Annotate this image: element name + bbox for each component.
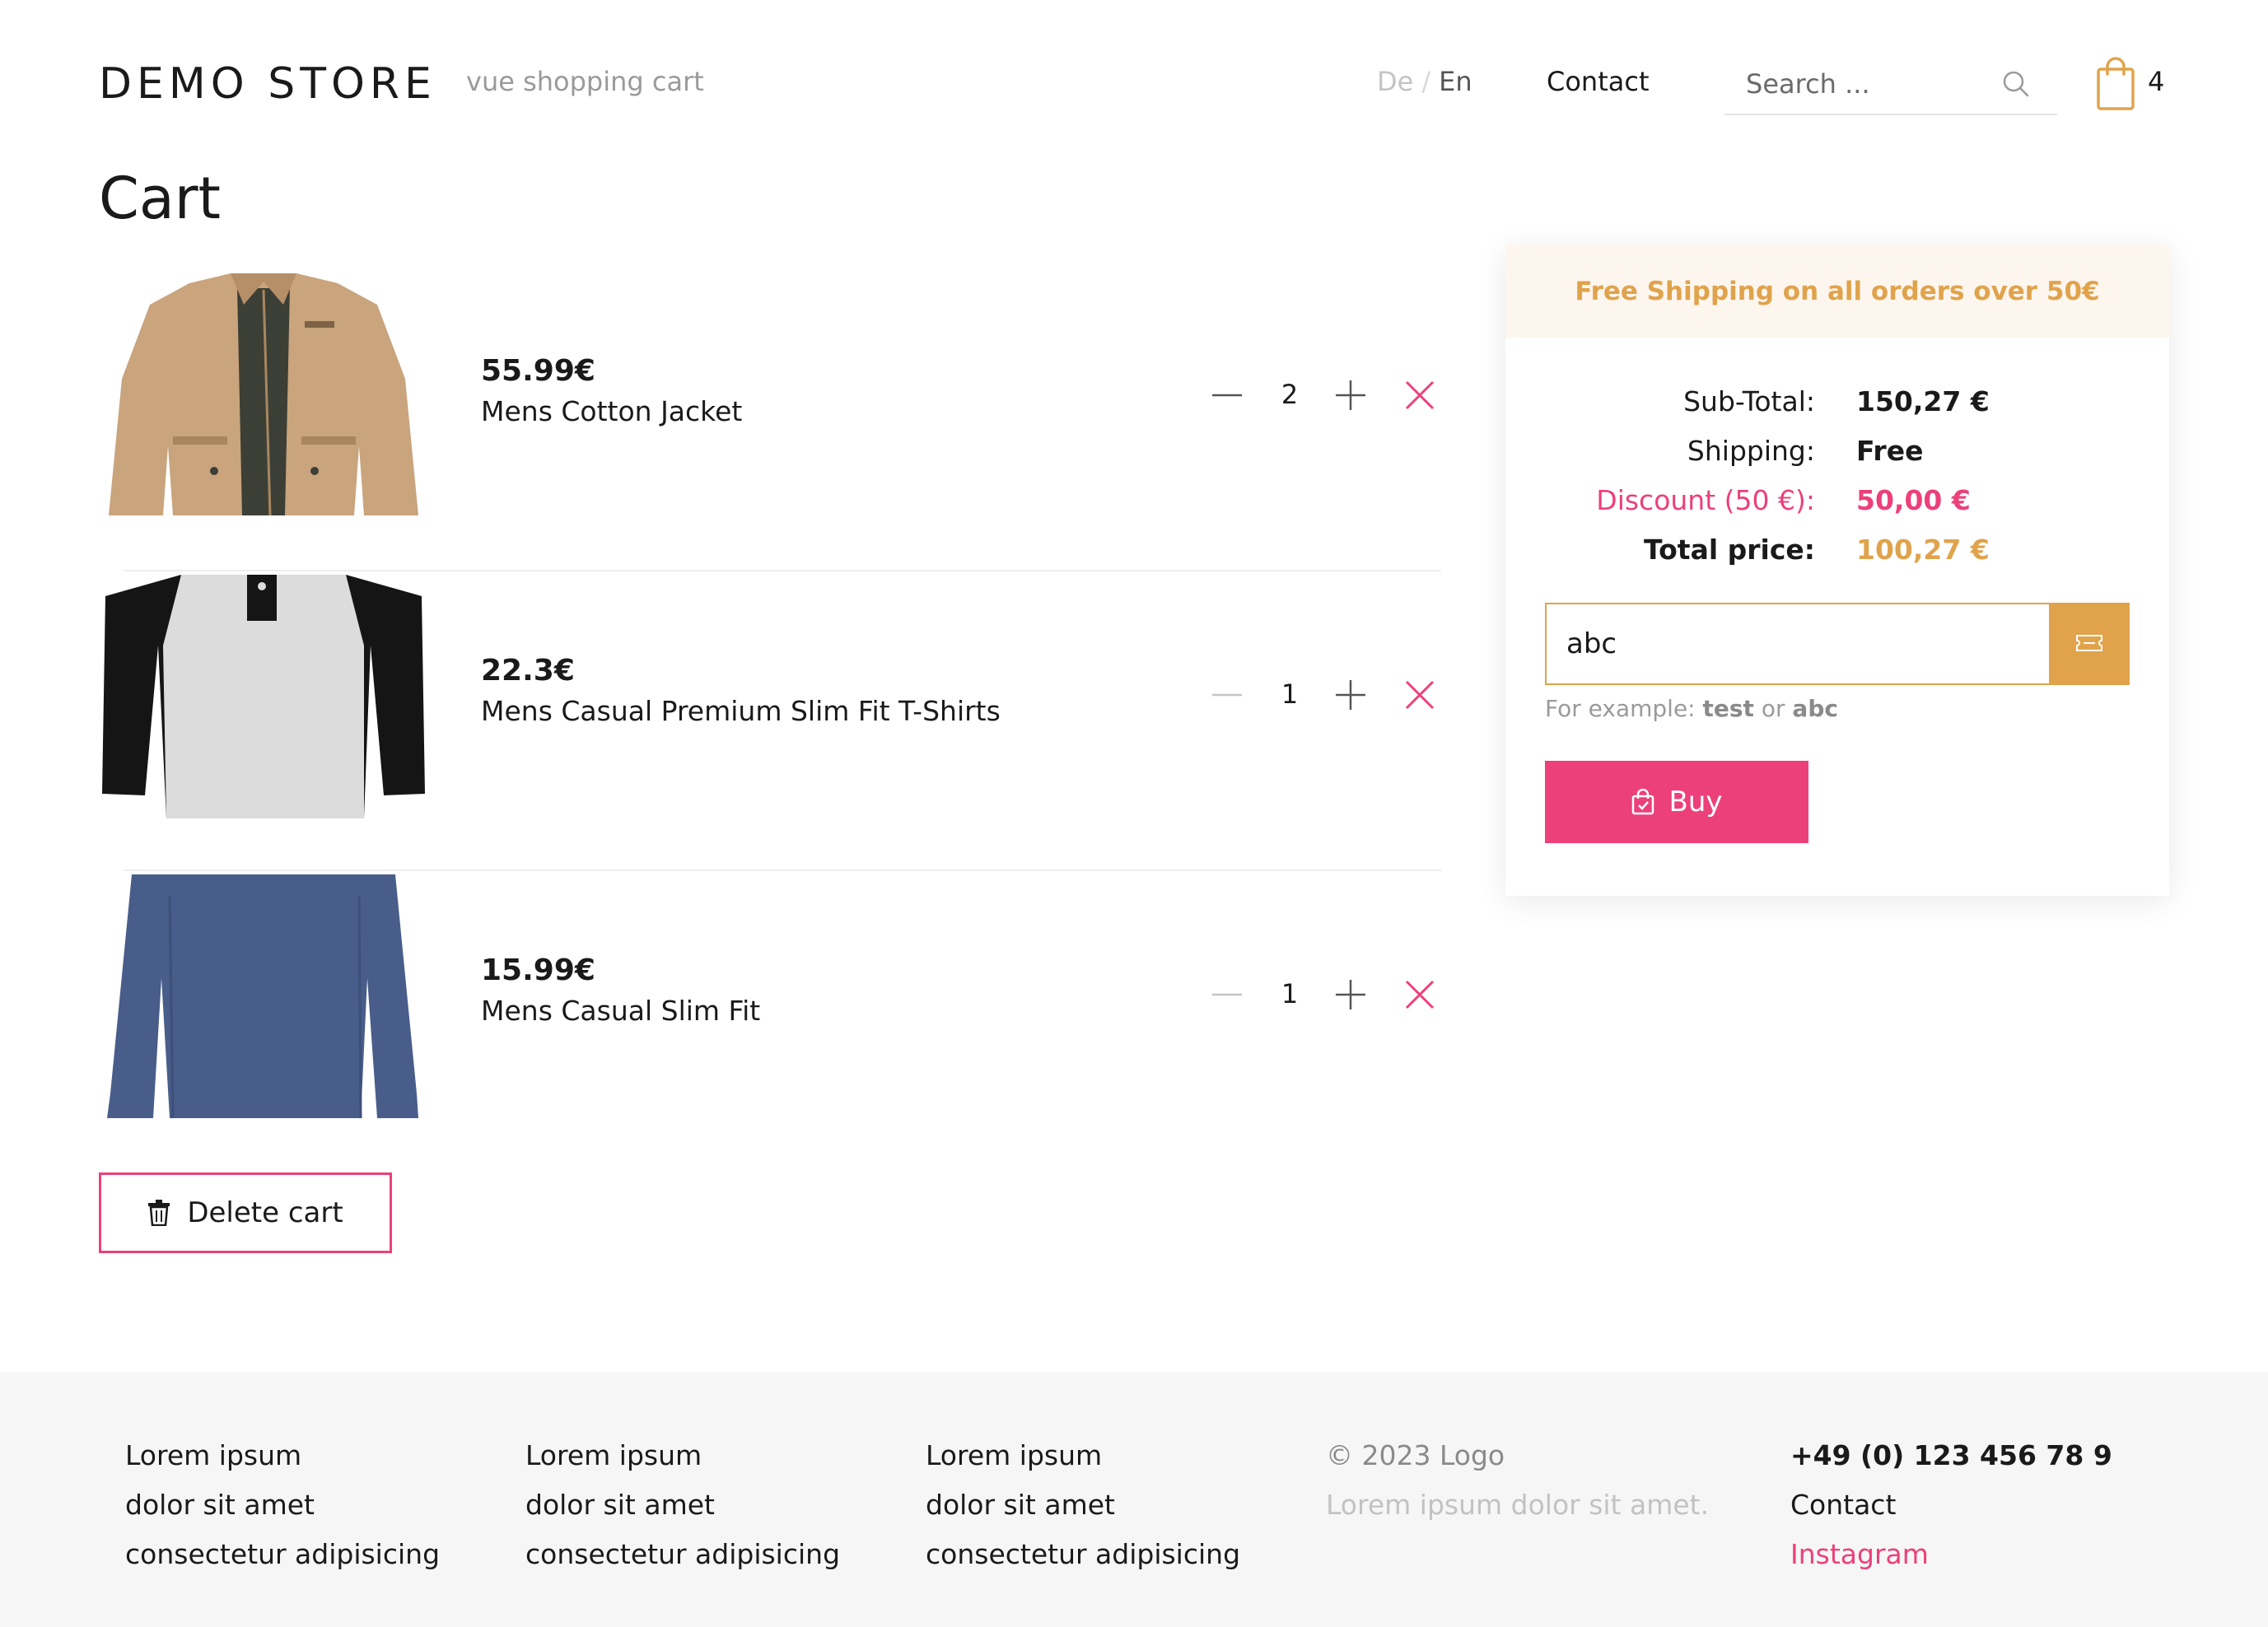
footer-phone[interactable]: +49 (0) 123 456 78 9: [1790, 1431, 2112, 1480]
plus-icon[interactable]: [1332, 677, 1369, 713]
cart-item: 15.99€ Mens Casual Slim Fit 1: [99, 871, 1441, 1171]
delete-cart-button[interactable]: Delete cart: [99, 1172, 392, 1253]
footer-text: Lorem ipsum: [125, 1439, 302, 1471]
footer-contact-link[interactable]: Contact: [1790, 1480, 2112, 1530]
subtotal-value: 150,27 €: [1856, 385, 1990, 417]
footer-text: Lorem ipsum: [525, 1439, 702, 1471]
footer-column-3: Lorem ipsum dolor sit amet consectetur a…: [926, 1431, 1240, 1579]
minus-icon[interactable]: [1209, 977, 1245, 1013]
footer-copyright: © 2023 Logo: [1326, 1439, 1505, 1471]
item-name[interactable]: Mens Casual Slim Fit: [481, 995, 760, 1027]
footer-text: dolor sit amet: [926, 1489, 1115, 1521]
site-footer: Lorem ipsum dolor sit amet consectetur a…: [0, 1372, 2268, 1627]
free-shipping-banner: Free Shipping on all orders over 50€: [1505, 245, 2169, 338]
cart-item: 22.3€ Mens Casual Premium Slim Fit T-Shi…: [99, 571, 1441, 871]
shipping-label: Shipping:: [1687, 435, 1815, 467]
hint-prefix: For example:: [1545, 695, 1696, 722]
close-icon[interactable]: [1402, 977, 1438, 1013]
hint-or: or: [1761, 695, 1785, 722]
search-box: [1724, 53, 2057, 115]
apply-coupon-button[interactable]: [2049, 603, 2130, 685]
order-summary-panel: Free Shipping on all orders over 50€ Sub…: [1505, 245, 2169, 896]
minus-icon[interactable]: [1209, 377, 1245, 413]
cart-item: 55.99€ Mens Cotton Jacket 2: [99, 272, 1441, 571]
product-image-longsleeve[interactable]: [99, 871, 428, 1121]
footer-tagline: Lorem ipsum dolor sit amet.: [1326, 1489, 1710, 1521]
footer-text: consectetur adipisicing: [926, 1538, 1241, 1570]
footer-brand-column: © 2023 Logo Lorem ipsum dolor sit amet.: [1326, 1431, 1709, 1530]
site-header: DEMO STORE vue shopping cart De / En Conta…: [0, 0, 2268, 165]
quantity-value: 1: [1281, 678, 1299, 710]
discount-row: Discount (50 €): 50,00 €: [1505, 484, 2169, 534]
item-price: 22.3€: [481, 654, 575, 688]
total-value: 100,27 €: [1856, 534, 1990, 566]
discount-value: 50,00 €: [1856, 484, 1971, 516]
coupon-hint: For example: test or abc: [1545, 695, 1838, 722]
item-name[interactable]: Mens Cotton Jacket: [481, 395, 742, 427]
language-switcher: De / En: [1377, 66, 1472, 97]
store-logo[interactable]: DEMO STORE: [99, 59, 436, 109]
shipping-row: Shipping: Free: [1505, 435, 2169, 484]
cart-count-badge: 4: [2148, 66, 2165, 97]
product-image-tshirt[interactable]: [99, 571, 428, 822]
ticket-icon: [2076, 634, 2102, 651]
buy-button[interactable]: Buy: [1545, 761, 1808, 843]
trash-icon: [148, 1200, 170, 1226]
hint-code-abc: abc: [1792, 695, 1838, 722]
page-title: Cart: [99, 165, 221, 232]
close-icon[interactable]: [1402, 677, 1438, 713]
coupon-input[interactable]: [1545, 603, 2049, 685]
subtotal-row: Sub-Total: 150,27 €: [1505, 385, 2169, 435]
delete-cart-label: Delete cart: [187, 1196, 343, 1229]
product-image-jacket[interactable]: [99, 272, 428, 522]
minus-icon[interactable]: [1209, 677, 1245, 713]
footer-text: consectetur adipisicing: [125, 1538, 441, 1570]
search-icon[interactable]: [2000, 68, 2032, 100]
footer-text: dolor sit amet: [525, 1489, 715, 1521]
item-name[interactable]: Mens Casual Premium Slim Fit T-Shirts: [481, 695, 1001, 727]
footer-column-2: Lorem ipsum dolor sit amet consectetur a…: [525, 1431, 840, 1579]
footer-text: Lorem ipsum: [926, 1439, 1103, 1471]
plus-icon[interactable]: [1332, 377, 1369, 413]
item-price: 55.99€: [481, 354, 595, 388]
quantity-value: 1: [1281, 978, 1299, 1009]
lang-de-link[interactable]: De: [1377, 66, 1413, 97]
footer-text: dolor sit amet: [125, 1489, 315, 1521]
plus-icon[interactable]: [1332, 977, 1369, 1013]
footer-contact-column: +49 (0) 123 456 78 9 Contact Instagram: [1790, 1431, 2112, 1579]
store-tagline: vue shopping cart: [466, 66, 704, 97]
shopping-bag-icon: [1631, 789, 1654, 815]
lang-en-link[interactable]: En: [1439, 66, 1472, 97]
hint-code-test: test: [1702, 695, 1754, 722]
footer-text: consectetur adipisicing: [525, 1538, 841, 1570]
total-row: Total price: 100,27 €: [1505, 534, 2169, 583]
subtotal-label: Sub-Total:: [1683, 385, 1815, 417]
item-price: 15.99€: [481, 953, 595, 987]
close-icon[interactable]: [1402, 377, 1438, 413]
total-label: Total price:: [1644, 534, 1815, 566]
discount-label: Discount (50 €):: [1596, 484, 1815, 516]
footer-column-1: Lorem ipsum dolor sit amet consectetur a…: [125, 1431, 440, 1579]
lang-separator: /: [1421, 66, 1431, 97]
cart-item-list: 55.99€ Mens Cotton Jacket 2 22.3€ Mens C…: [99, 272, 1441, 1171]
nav-contact-link[interactable]: Contact: [1547, 66, 1650, 97]
quantity-value: 2: [1281, 379, 1299, 410]
coupon-form: [1545, 603, 2130, 685]
buy-label: Buy: [1668, 786, 1723, 818]
shipping-value: Free: [1856, 435, 1924, 467]
footer-instagram-link[interactable]: Instagram: [1790, 1530, 2112, 1579]
search-input[interactable]: [1744, 63, 1995, 105]
